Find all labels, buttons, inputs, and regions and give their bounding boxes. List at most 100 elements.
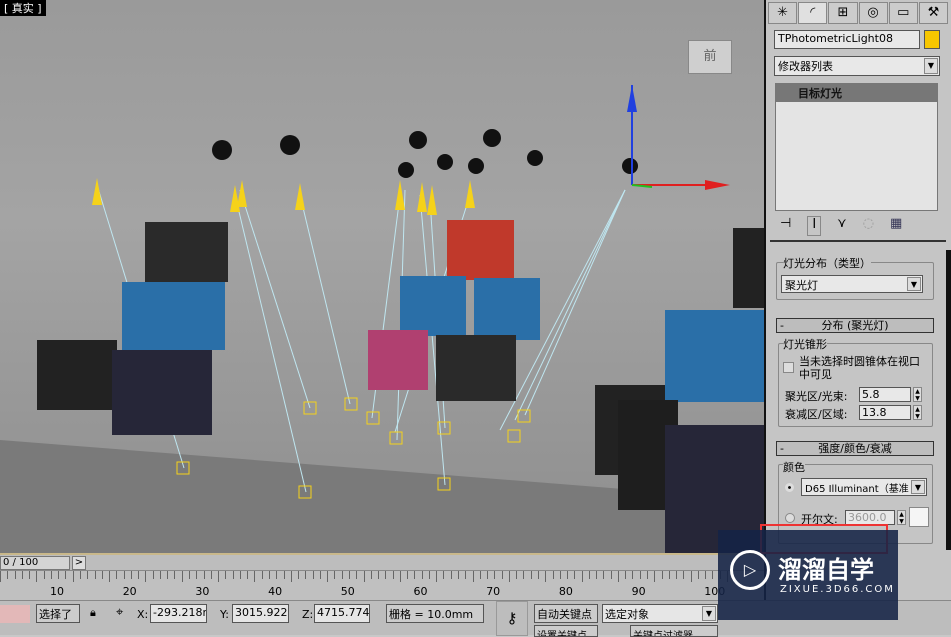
ruler-tick bbox=[276, 571, 278, 579]
ruler-tick bbox=[283, 571, 285, 579]
ruler-tick bbox=[428, 571, 430, 579]
ruler-tick bbox=[501, 571, 503, 579]
set-key-button[interactable]: 设置关键点 bbox=[534, 625, 598, 637]
modify-tab-icon[interactable]: ◜ bbox=[798, 2, 828, 24]
remove-modifier-icon[interactable]: ◌ bbox=[863, 216, 874, 236]
kelvin-radio[interactable] bbox=[785, 513, 795, 523]
color-preset-dropdown[interactable]: D65 Illuminant（基准 ▼ bbox=[801, 478, 927, 496]
chevron-down-icon: ▼ bbox=[702, 606, 716, 621]
viewcube[interactable]: 前 bbox=[688, 40, 732, 74]
show-end-result-icon[interactable]: I bbox=[807, 216, 822, 236]
ruler-tick bbox=[421, 571, 423, 579]
ruler-label: 70 bbox=[486, 585, 501, 598]
ruler-tick bbox=[261, 571, 263, 579]
viewport-label[interactable]: [ 真实 ] bbox=[0, 0, 46, 16]
ruler-tick bbox=[414, 571, 416, 579]
rollout-spotlight[interactable]: - 分布 (聚光灯) bbox=[776, 318, 934, 333]
watermark: ▷ 溜溜自学 ZIXUE.3D66.COM bbox=[718, 530, 898, 620]
ruler-tick bbox=[232, 571, 234, 579]
cone-group-label: 灯光锥形 bbox=[783, 336, 827, 352]
x-coordinate-input[interactable]: -293.218m bbox=[150, 604, 207, 623]
ruler-tick bbox=[152, 571, 154, 579]
ruler-tick bbox=[567, 571, 569, 579]
ruler-tick bbox=[312, 571, 314, 579]
absolute-mode-icon[interactable]: ⌖ bbox=[116, 605, 123, 620]
y-coordinate-input[interactable]: 3015.922m bbox=[232, 604, 289, 623]
ruler-label: 40 bbox=[268, 585, 283, 598]
key-filters-button[interactable]: 关键点过滤器 bbox=[630, 625, 718, 637]
ruler-tick bbox=[189, 571, 191, 579]
chevron-down-icon: ▼ bbox=[924, 58, 938, 74]
ruler-tick bbox=[225, 571, 227, 579]
ruler-tick bbox=[101, 571, 103, 579]
modifier-list-dropdown[interactable]: 修改器列表 ▼ bbox=[774, 56, 940, 76]
ruler-tick bbox=[327, 571, 329, 582]
cone-visible-checkbox[interactable] bbox=[783, 362, 794, 373]
rollout-intensity[interactable]: - 强度/颜色/衰减 bbox=[776, 441, 934, 456]
cone-visible-label: 当未选择时圆锥体在视口中可见 bbox=[799, 355, 920, 381]
create-tab-icon[interactable]: ✳ bbox=[768, 2, 798, 24]
ruler-tick bbox=[697, 571, 699, 579]
ruler-tick bbox=[552, 571, 554, 579]
display-tab-icon[interactable]: ▭ bbox=[888, 2, 918, 24]
ruler-tick bbox=[254, 571, 256, 582]
ruler-tick bbox=[436, 571, 438, 582]
ruler-tick bbox=[603, 571, 605, 579]
ruler-tick bbox=[472, 571, 474, 582]
perspective-viewport[interactable]: [ 真实 ] 前 bbox=[0, 0, 764, 553]
stack-item[interactable]: 目标灯光 bbox=[776, 84, 937, 102]
ruler-tick bbox=[43, 571, 45, 579]
kelvin-color-swatch[interactable] bbox=[909, 507, 929, 527]
y-label: Y: bbox=[220, 608, 229, 621]
ruler-tick bbox=[109, 571, 111, 582]
hotspot-spinner[interactable]: ▲ ▼ bbox=[913, 387, 922, 402]
cone-group: 灯光锥形 当未选择时圆锥体在视口中可见 聚光区/光束: 5.8 ▲ ▼ 衰减区/区… bbox=[778, 336, 933, 427]
color-group-label: 颜色 bbox=[783, 459, 805, 475]
utilities-tab-icon[interactable]: ⚒ bbox=[918, 2, 949, 24]
panel-scrollbar[interactable] bbox=[946, 250, 951, 550]
preset-radio[interactable] bbox=[785, 483, 794, 492]
auto-key-button[interactable]: 自动关键点 bbox=[534, 604, 598, 623]
ruler-tick bbox=[210, 571, 212, 579]
object-name-input[interactable]: TPhotometricLight08 bbox=[774, 30, 920, 49]
pin-stack-icon[interactable]: ⊣ bbox=[780, 216, 791, 236]
ruler-tick bbox=[458, 571, 459, 579]
lock-icon[interactable]: 🔒︎ bbox=[90, 606, 96, 620]
modifier-list-label: 修改器列表 bbox=[778, 60, 833, 73]
motion-tab-icon[interactable]: ◎ bbox=[858, 2, 888, 24]
object-color-swatch[interactable] bbox=[924, 30, 940, 49]
time-slider[interactable]: 0 / 100 bbox=[0, 556, 70, 570]
ruler-tick bbox=[668, 571, 670, 579]
ruler-tick bbox=[14, 571, 16, 579]
set-key-icon[interactable]: ⚷ bbox=[496, 601, 528, 636]
falloff-input[interactable]: 13.8 bbox=[859, 405, 911, 420]
ruler-tick bbox=[79, 571, 81, 579]
ruler-tick bbox=[298, 571, 300, 579]
timeline-ruler[interactable]: 10 20 30 40 50 60 70 80 90 100 bbox=[0, 570, 764, 600]
watermark-title: 溜溜自学 bbox=[778, 556, 874, 584]
next-frame-button[interactable]: > bbox=[72, 556, 86, 570]
hotspot-input[interactable]: 5.8 bbox=[859, 387, 911, 402]
ruler-tick bbox=[632, 571, 634, 579]
distribution-dropdown[interactable]: 聚光灯 ▼ bbox=[781, 275, 923, 293]
make-unique-icon[interactable]: ⋎ bbox=[837, 216, 847, 236]
maxscript-listener[interactable] bbox=[0, 605, 30, 623]
configure-sets-icon[interactable]: ▦ bbox=[890, 216, 902, 236]
ruler-tick bbox=[690, 571, 692, 582]
ruler-tick bbox=[239, 571, 241, 579]
color-preset-value: D65 Illuminant（基准 bbox=[805, 484, 909, 495]
selection-set-dropdown[interactable]: 选定对象 ▼ bbox=[602, 604, 718, 623]
ruler-tick bbox=[203, 571, 205, 579]
distribution-group-label: 灯光分布（类型） bbox=[783, 255, 871, 271]
kelvin-input[interactable]: 3600.0 bbox=[845, 510, 895, 525]
z-label: Z: bbox=[302, 608, 314, 621]
kelvin-spinner[interactable]: ▲ ▼ bbox=[897, 510, 906, 525]
ruler-tick bbox=[385, 571, 387, 579]
ruler-tick bbox=[7, 571, 9, 579]
hierarchy-tab-icon[interactable]: ⊞ bbox=[828, 2, 858, 24]
x-label: X: bbox=[137, 608, 149, 621]
ruler-tick bbox=[625, 571, 627, 579]
falloff-spinner[interactable]: ▲ ▼ bbox=[913, 405, 922, 420]
ruler-tick bbox=[683, 571, 685, 579]
z-coordinate-input[interactable]: 4715.774m bbox=[314, 604, 370, 623]
